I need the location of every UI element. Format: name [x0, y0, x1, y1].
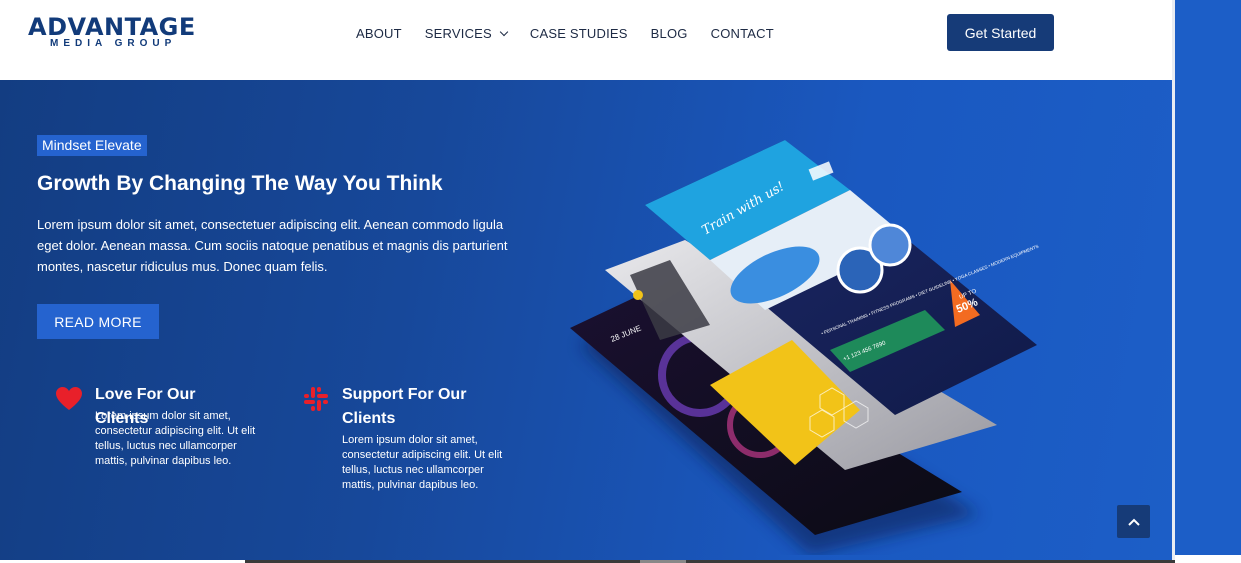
- flyer-mockup-image: 28 JUNE 50% UP TO Train with us! +1 123 …: [570, 140, 1039, 555]
- feature-title: Support For Our Clients: [342, 386, 467, 427]
- nav-contact[interactable]: CONTACT: [711, 26, 774, 41]
- logo-main-text: ADVANTAGE: [28, 13, 196, 41]
- main-nav: ABOUT SERVICES CASE STUDIES BLOG CONTACT: [356, 24, 797, 42]
- feature-love-clients: Love For Our Clients Lorem ipsum dolor s…: [55, 383, 285, 483]
- get-started-button[interactable]: Get Started: [947, 14, 1054, 51]
- site-header: ADVANTAGE MEDIA GROUP ABOUT SERVICES CAS…: [0, 0, 1172, 80]
- feature-support-clients: Support For Our Clients Lorem ipsum dolo…: [302, 383, 532, 513]
- nav-blog[interactable]: BLOG: [651, 26, 688, 41]
- chevron-up-icon: [1127, 518, 1140, 526]
- hero-section: Mindset Elevate Growth By Changing The W…: [0, 80, 1172, 560]
- feature-text: Lorem ipsum dolor sit amet, consectetur …: [342, 434, 503, 491]
- nav-services-label: SERVICES: [424, 25, 492, 41]
- nav-case-studies[interactable]: CASE STUDIES: [530, 26, 628, 41]
- nav-about[interactable]: ABOUT: [356, 26, 402, 41]
- nav-services[interactable]: SERVICES: [424, 25, 509, 41]
- logo[interactable]: ADVANTAGE MEDIA GROUP: [28, 14, 198, 54]
- logo-sub-text: MEDIA GROUP: [50, 38, 177, 49]
- hero-title: Growth By Changing The Way You Think: [37, 172, 443, 195]
- slack-icon: [304, 387, 328, 411]
- heart-icon: [56, 387, 82, 410]
- chevron-down-icon: [499, 27, 509, 36]
- hero-badge: Mindset Elevate: [37, 135, 147, 156]
- page-edge-strip: [1175, 0, 1241, 555]
- read-more-button[interactable]: READ MORE: [37, 304, 159, 339]
- scroll-to-top-button[interactable]: [1117, 505, 1150, 538]
- hero-description: Lorem ipsum dolor sit amet, consectetuer…: [37, 217, 508, 274]
- feature-text: Lorem ipsum dolor sit amet, consectetur …: [95, 410, 256, 467]
